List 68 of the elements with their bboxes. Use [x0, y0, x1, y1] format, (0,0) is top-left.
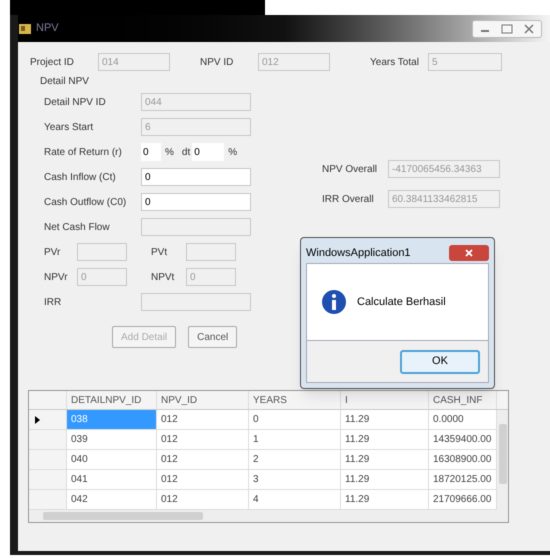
window-title: NPV: [36, 21, 59, 36]
row-header[interactable]: [29, 410, 67, 430]
dialog-title: WindowsApplication1: [306, 246, 411, 261]
field-label: IRR: [44, 296, 62, 310]
table-cell: 2: [249, 450, 341, 470]
field-label: Cash Outflow (C0): [44, 196, 128, 210]
table-cell: 038: [67, 410, 157, 430]
field-label: Rate of Return (r): [44, 146, 123, 160]
field-label: NPV ID: [200, 56, 234, 70]
table-cell: 11.29: [341, 430, 429, 450]
table-cell: 1: [249, 430, 341, 450]
column-header[interactable]: YEARS: [249, 391, 341, 410]
column-header[interactable]: CASH_INF: [429, 391, 497, 410]
column-header[interactable]: DETAILNPV_ID: [67, 391, 157, 410]
field-label: Project ID: [30, 56, 75, 70]
ok-button[interactable]: OK: [400, 350, 480, 374]
table-cell: 0: [249, 410, 341, 430]
field-label: IRR Overall: [322, 192, 375, 206]
group-title: Detail NPV: [40, 75, 90, 88]
field-label: Net Cash Flow: [44, 220, 111, 234]
table-cell: 012: [157, 450, 249, 470]
table-cell: 11.29: [341, 450, 429, 470]
field-label: Detail NPV ID: [44, 96, 107, 110]
button[interactable]: Cancel: [188, 326, 238, 348]
input-field[interactable]: [141, 218, 251, 236]
info-icon: [321, 289, 347, 315]
field-label: dt: [182, 146, 190, 160]
table-cell: 3: [249, 470, 341, 490]
input-field[interactable]: 0: [192, 143, 224, 161]
table-cell: 11.29: [341, 470, 429, 490]
field-label: Cash Inflow (Ct): [44, 170, 117, 184]
table-cell: 040: [67, 450, 157, 470]
close-button[interactable]: [449, 245, 489, 261]
table-cell: 039: [67, 430, 157, 450]
table-cell: 042: [67, 490, 157, 510]
input-field[interactable]: 0: [141, 193, 251, 211]
table-cell: 041: [67, 470, 157, 490]
input-field[interactable]: [77, 243, 127, 261]
column-header[interactable]: NPV_ID: [157, 391, 249, 410]
table-cell: 012: [157, 430, 249, 450]
close-icon: [464, 248, 474, 258]
horizontal-scrollbar[interactable]: [29, 510, 508, 522]
maximize-icon[interactable]: [501, 24, 513, 34]
table-cell: 11.29: [341, 410, 429, 430]
input-field[interactable]: [141, 293, 251, 311]
field-label: Years Start: [44, 120, 94, 134]
field-label: NPVr: [44, 270, 69, 284]
field-label: Years Total: [370, 56, 420, 70]
field-label: PVt: [151, 246, 168, 260]
table-cell: 012: [157, 470, 249, 490]
app-icon: [18, 22, 32, 36]
unit-label: %: [228, 146, 238, 160]
table-cell: 4: [249, 490, 341, 510]
table-cell: 012: [157, 410, 249, 430]
vertical-scrollbar[interactable]: [497, 410, 508, 510]
field-label: NPVt: [151, 270, 176, 284]
input-field[interactable]: 0: [141, 168, 251, 186]
unit-label: %: [165, 146, 174, 160]
table-cell: 11.29: [341, 490, 429, 510]
column-header[interactable]: I: [341, 391, 429, 410]
table-cell: 012: [157, 490, 249, 510]
field-label: NPV Overall: [322, 162, 378, 176]
input-field[interactable]: [186, 243, 236, 261]
close-icon[interactable]: [523, 24, 535, 34]
current-row-icon: [35, 416, 40, 424]
input-field[interactable]: 0: [141, 143, 161, 161]
field-label: PVr: [44, 246, 62, 260]
dialog-message: Calculate Berhasil: [357, 294, 446, 310]
